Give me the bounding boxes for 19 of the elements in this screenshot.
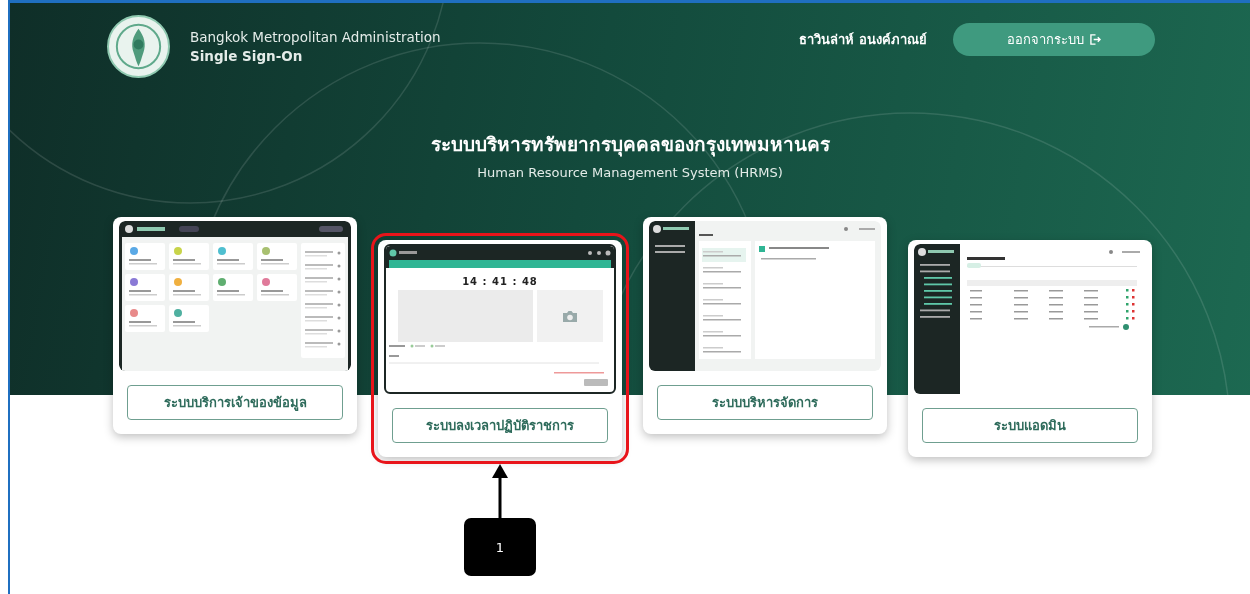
page-title: ระบบบริหารทรัพยากรบุคคลของกรุงเทพมหานคร: [430, 132, 830, 159]
pointer-arrow: [492, 464, 508, 518]
system-card[interactable]: ระบบบริการเจ้าของข้อมูล: [113, 217, 357, 434]
page-subtitle: Human Resource Management System (HRMS): [477, 165, 783, 180]
step-number-callout: 1: [464, 518, 536, 576]
system-card[interactable]: ระบบบริหารจัดการ: [643, 217, 887, 434]
emblem-logo: [107, 14, 170, 78]
system-button[interactable]: ระบบบริหารจัดการ: [657, 385, 873, 420]
system-button[interactable]: ระบบบริการเจ้าของข้อมูล: [127, 385, 343, 420]
user-name: ธาวินล่าห์ อนงค์ภาณย์: [799, 30, 927, 49]
system-card[interactable]: ระบบแอดมิน: [908, 240, 1152, 457]
system-button[interactable]: ระบบลงเวลาปฏิบัติราชการ: [392, 408, 608, 443]
clock-text: 14 : 41 : 48: [462, 276, 538, 287]
logout-icon: [1090, 33, 1101, 45]
system-button[interactable]: ระบบแอดมิน: [922, 408, 1138, 443]
app-name: Single Sign-On: [190, 47, 304, 64]
camera-icon: [561, 309, 578, 323]
logout-button[interactable]: ออกจากระบบ: [953, 22, 1155, 56]
organization-name: Bangkok Metropolitan Administration: [190, 28, 441, 45]
